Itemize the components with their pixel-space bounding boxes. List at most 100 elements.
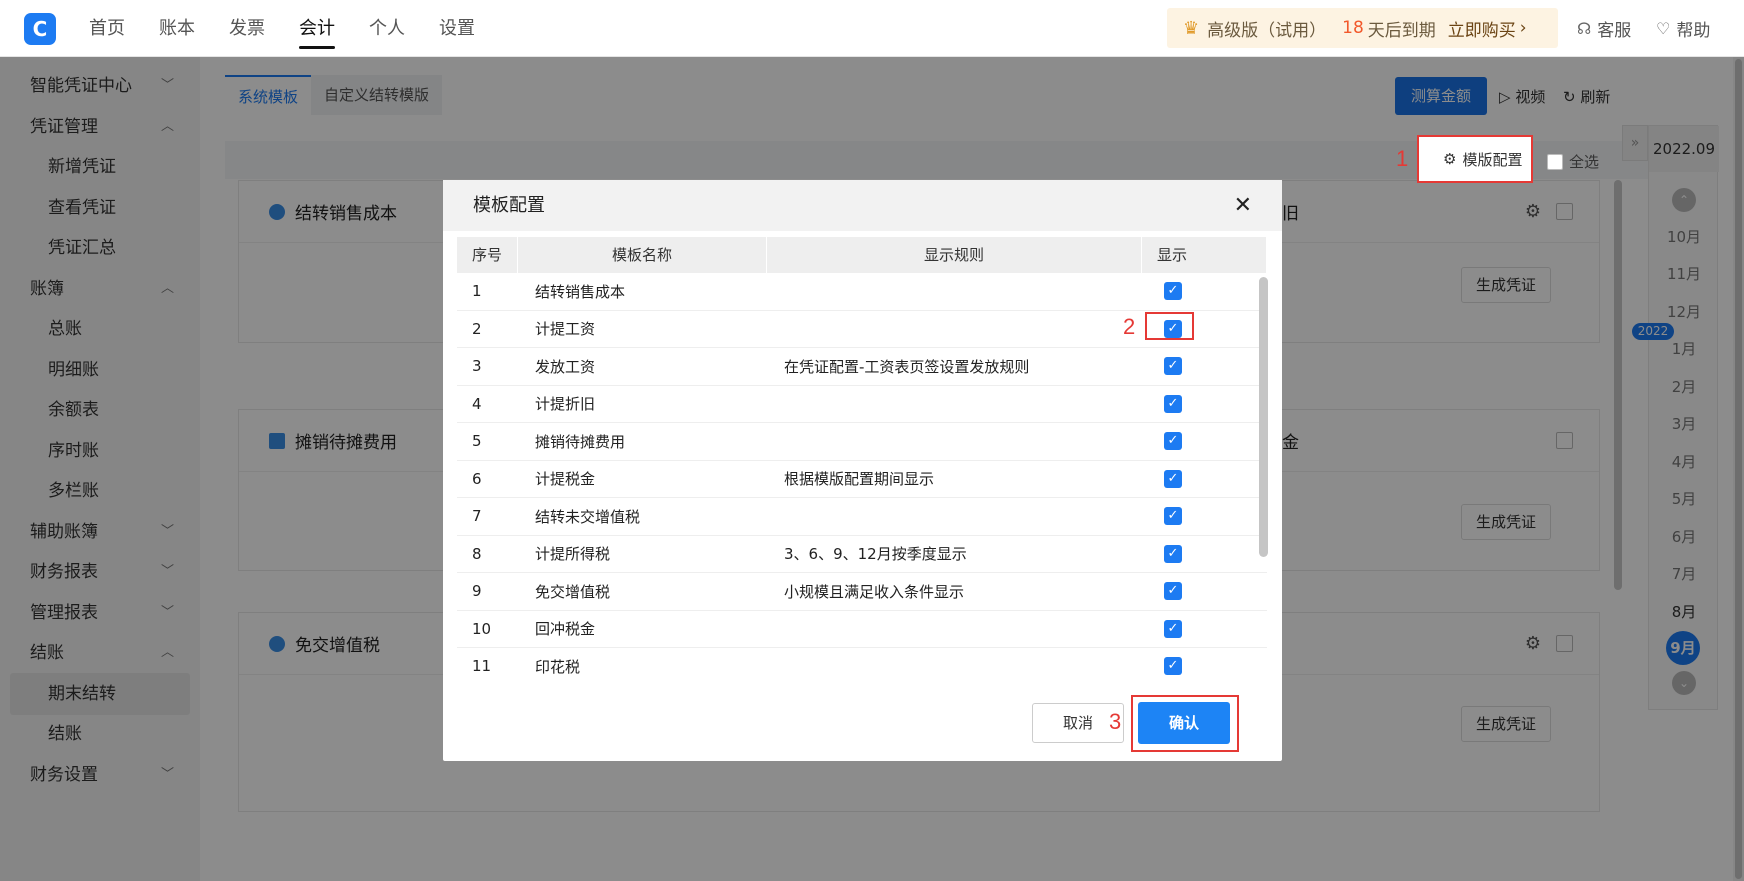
table-row: 11 印花税 ✓ [457,648,1267,678]
row-number: 5 [472,432,482,451]
annotation-box-2 [1145,312,1194,340]
show-checkbox[interactable]: ✓ [1164,619,1182,638]
show-cell: ✓ [1142,544,1267,563]
nav-item[interactable]: 个人 [352,0,422,57]
show-checkbox[interactable]: ✓ [1164,657,1182,676]
template-config-dialog: 模板配置 ✕ 序号 模板名称 显示规则 显示 1 结转销售成本 ✓ 2 计提工资 ✓ 3 发放… [443,180,1282,761]
template-name: 回冲税金 [535,620,596,639]
row-number: 3 [472,357,482,376]
show-checkbox[interactable]: ✓ [1164,469,1182,488]
annotation-number-3: 3 [1109,709,1122,734]
show-cell: ✓ [1142,582,1267,601]
template-name: 免交增值税 [535,582,611,601]
template-name: 计提所得税 [535,545,611,564]
customer-service-label: 客服 [1597,21,1632,41]
template-name: 摊销待摊费用 [535,432,626,451]
table-row: 7 结转未交增值税 ✓ [457,498,1267,536]
trial-promo-banner[interactable]: ♛ 高级版（试用） 18 天后到期 立即购买 › [1167,8,1558,48]
display-rule: 根据模版配置期间显示 [784,470,935,489]
table-row: 9 免交增值税 小规模且满足收入条件显示 ✓ [457,573,1267,611]
template-table: 序号 模板名称 显示规则 显示 1 结转销售成本 ✓ 2 计提工资 ✓ 3 发放工资 在凭证配置… [457,237,1268,678]
annotation-number-1: 1 [1396,146,1409,171]
template-name: 计提税金 [535,470,596,489]
nav-item[interactable]: 账本 [142,0,212,57]
row-number: 11 [472,657,492,676]
chevron-right-icon: › [1519,18,1527,38]
heart-icon: ♡ [1656,19,1671,38]
show-checkbox[interactable]: ✓ [1164,357,1182,376]
table-row: 1 结转销售成本 ✓ [457,273,1267,311]
close-icon[interactable]: ✕ [1234,180,1252,231]
help-label: 帮助 [1676,21,1711,41]
template-name: 计提工资 [535,320,596,339]
table-row: 6 计提税金 根据模版配置期间显示 ✓ [457,461,1267,498]
annotation-number-2: 2 [1123,314,1136,339]
col-header-rule: 显示规则 [767,237,1142,273]
table-row: 10 回冲税金 ✓ [457,611,1267,648]
show-cell: ✓ [1142,394,1267,413]
annotation-box-3 [1131,695,1239,752]
row-number: 8 [472,544,482,563]
show-checkbox[interactable]: ✓ [1164,582,1182,601]
app-logo[interactable]: C [24,13,56,45]
template-name: 发放工资 [535,357,596,376]
show-cell: ✓ [1142,657,1267,676]
row-number: 7 [472,507,482,526]
help-link[interactable]: ♡ 帮助 [1656,0,1710,57]
show-cell: ✓ [1142,619,1267,638]
top-bar: C 首页 账本 发票 会计 个人 设置 ♛ 高级版（试用） 18 天后到期 立即购买 › … [0,0,1744,57]
crown-icon: ♛ [1183,17,1200,39]
nav-item[interactable]: 设置 [422,0,492,57]
show-cell: ✓ [1142,469,1267,488]
trial-days-text: 天后到期 [1367,20,1436,41]
table-scrollbar[interactable] [1259,277,1268,557]
table-row: 3 发放工资 在凭证配置-工资表页签设置发放规则 ✓ [457,348,1267,386]
trial-days-count: 18 [1342,18,1364,38]
select-all-checkbox[interactable]: 全选 [1547,151,1599,172]
show-checkbox[interactable]: ✓ [1164,432,1182,451]
nav-item[interactable]: 会计 [282,0,352,57]
gear-icon: ⚙ [1443,150,1457,168]
show-cell: ✓ [1142,432,1267,451]
show-checkbox[interactable]: ✓ [1164,544,1182,563]
show-cell: ✓ [1142,282,1267,301]
display-rule: 在凭证配置-工资表页签设置发放规则 [784,357,1030,376]
customer-service-link[interactable]: ☊ 客服 [1577,0,1631,57]
template-name: 印花税 [535,657,581,676]
top-nav: 首页 账本 发票 会计 个人 设置 [72,0,492,57]
nav-item[interactable]: 发票 [212,0,282,57]
template-name: 结转未交增值税 [535,507,641,526]
col-header-name: 模板名称 [518,237,767,273]
table-row: 4 计提折旧 ✓ [457,386,1267,423]
headset-icon: ☊ [1577,19,1592,38]
row-number: 4 [472,394,482,413]
show-cell: ✓ [1142,357,1267,376]
dialog-title: 模板配置 [473,195,545,216]
template-config-label: 模版配置 [1462,150,1523,169]
template-name: 计提折旧 [535,395,596,414]
dialog-header: 模板配置 ✕ [443,180,1282,231]
col-header-show: 显示 [1142,237,1267,273]
row-number: 2 [472,319,482,338]
table-row: 5 摊销待摊费用 ✓ [457,423,1267,461]
nav-item[interactable]: 首页 [72,0,142,57]
show-checkbox[interactable]: ✓ [1164,394,1182,413]
show-cell: ✓ [1142,507,1267,526]
display-rule: 小规模且满足收入条件显示 [784,582,965,601]
row-number: 1 [472,282,482,301]
row-number: 10 [472,619,492,638]
show-checkbox[interactable]: ✓ [1164,282,1182,301]
row-number: 9 [472,582,482,601]
buy-now-link[interactable]: 立即购买 [1448,16,1516,41]
table-header: 序号 模板名称 显示规则 显示 [457,237,1267,273]
edition-label: 高级版（试用） [1207,20,1327,41]
display-rule: 3、6、9、12月按季度显示 [784,545,967,564]
checkbox-icon [1547,153,1563,170]
template-config-button[interactable]: ⚙ 模版配置 [1417,135,1533,183]
table-row: 8 计提所得税 3、6、9、12月按季度显示 ✓ [457,536,1267,573]
template-name: 结转销售成本 [535,282,626,301]
show-checkbox[interactable]: ✓ [1164,507,1182,526]
select-all-label: 全选 [1569,153,1600,171]
row-number: 6 [472,469,482,488]
col-header-no: 序号 [457,237,518,273]
